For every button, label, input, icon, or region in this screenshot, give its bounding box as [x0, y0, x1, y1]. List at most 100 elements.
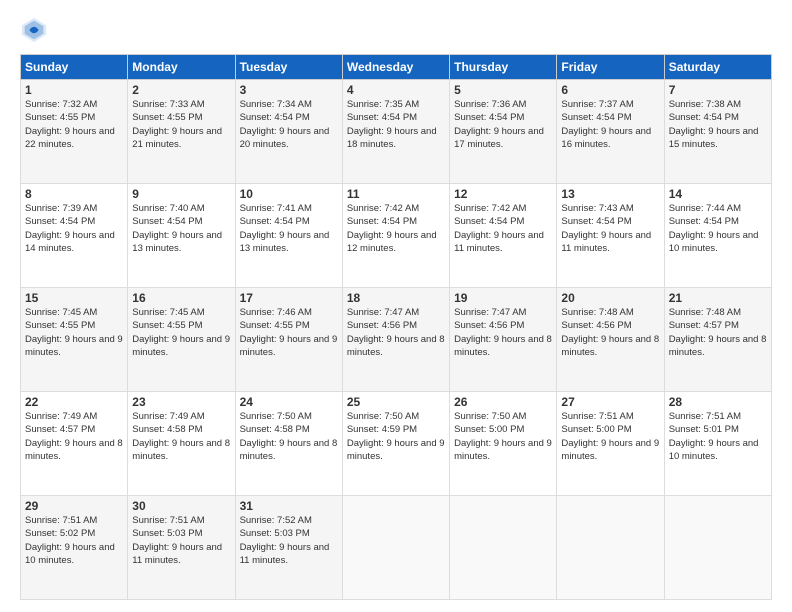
day-cell: 24Sunrise: 7:50 AMSunset: 4:58 PMDayligh…: [235, 392, 342, 496]
day-info: Sunrise: 7:46 AMSunset: 4:55 PMDaylight:…: [240, 306, 338, 359]
day-cell: 21Sunrise: 7:48 AMSunset: 4:57 PMDayligh…: [664, 288, 771, 392]
day-info: Sunrise: 7:40 AMSunset: 4:54 PMDaylight:…: [132, 202, 230, 255]
day-cell: 13Sunrise: 7:43 AMSunset: 4:54 PMDayligh…: [557, 184, 664, 288]
day-info: Sunrise: 7:50 AMSunset: 5:00 PMDaylight:…: [454, 410, 552, 463]
day-info: Sunrise: 7:41 AMSunset: 4:54 PMDaylight:…: [240, 202, 338, 255]
day-cell: 8Sunrise: 7:39 AMSunset: 4:54 PMDaylight…: [21, 184, 128, 288]
weekday-wednesday: Wednesday: [342, 55, 449, 80]
day-cell: [557, 496, 664, 600]
day-cell: 20Sunrise: 7:48 AMSunset: 4:56 PMDayligh…: [557, 288, 664, 392]
day-info: Sunrise: 7:38 AMSunset: 4:54 PMDaylight:…: [669, 98, 767, 151]
week-row-1: 1Sunrise: 7:32 AMSunset: 4:55 PMDaylight…: [21, 80, 772, 184]
day-number: 23: [132, 395, 230, 409]
day-number: 2: [132, 83, 230, 97]
day-cell: 26Sunrise: 7:50 AMSunset: 5:00 PMDayligh…: [450, 392, 557, 496]
day-info: Sunrise: 7:47 AMSunset: 4:56 PMDaylight:…: [347, 306, 445, 359]
day-info: Sunrise: 7:49 AMSunset: 4:57 PMDaylight:…: [25, 410, 123, 463]
weekday-saturday: Saturday: [664, 55, 771, 80]
day-info: Sunrise: 7:36 AMSunset: 4:54 PMDaylight:…: [454, 98, 552, 151]
day-cell: 14Sunrise: 7:44 AMSunset: 4:54 PMDayligh…: [664, 184, 771, 288]
day-info: Sunrise: 7:51 AMSunset: 5:03 PMDaylight:…: [132, 514, 230, 567]
day-number: 18: [347, 291, 445, 305]
day-info: Sunrise: 7:48 AMSunset: 4:56 PMDaylight:…: [561, 306, 659, 359]
day-cell: 6Sunrise: 7:37 AMSunset: 4:54 PMDaylight…: [557, 80, 664, 184]
day-cell: 7Sunrise: 7:38 AMSunset: 4:54 PMDaylight…: [664, 80, 771, 184]
day-info: Sunrise: 7:37 AMSunset: 4:54 PMDaylight:…: [561, 98, 659, 151]
day-number: 9: [132, 187, 230, 201]
day-info: Sunrise: 7:49 AMSunset: 4:58 PMDaylight:…: [132, 410, 230, 463]
day-cell: 30Sunrise: 7:51 AMSunset: 5:03 PMDayligh…: [128, 496, 235, 600]
day-number: 21: [669, 291, 767, 305]
weekday-sunday: Sunday: [21, 55, 128, 80]
weekday-header-row: SundayMondayTuesdayWednesdayThursdayFrid…: [21, 55, 772, 80]
week-row-2: 8Sunrise: 7:39 AMSunset: 4:54 PMDaylight…: [21, 184, 772, 288]
day-info: Sunrise: 7:33 AMSunset: 4:55 PMDaylight:…: [132, 98, 230, 151]
day-info: Sunrise: 7:32 AMSunset: 4:55 PMDaylight:…: [25, 98, 123, 151]
day-number: 12: [454, 187, 552, 201]
day-cell: 19Sunrise: 7:47 AMSunset: 4:56 PMDayligh…: [450, 288, 557, 392]
day-number: 19: [454, 291, 552, 305]
day-number: 24: [240, 395, 338, 409]
day-info: Sunrise: 7:52 AMSunset: 5:03 PMDaylight:…: [240, 514, 338, 567]
page: SundayMondayTuesdayWednesdayThursdayFrid…: [0, 0, 792, 612]
calendar-table: SundayMondayTuesdayWednesdayThursdayFrid…: [20, 54, 772, 600]
day-cell: 25Sunrise: 7:50 AMSunset: 4:59 PMDayligh…: [342, 392, 449, 496]
day-cell: 18Sunrise: 7:47 AMSunset: 4:56 PMDayligh…: [342, 288, 449, 392]
day-cell: 2Sunrise: 7:33 AMSunset: 4:55 PMDaylight…: [128, 80, 235, 184]
day-cell: 12Sunrise: 7:42 AMSunset: 4:54 PMDayligh…: [450, 184, 557, 288]
day-cell: 28Sunrise: 7:51 AMSunset: 5:01 PMDayligh…: [664, 392, 771, 496]
day-number: 7: [669, 83, 767, 97]
day-cell: 16Sunrise: 7:45 AMSunset: 4:55 PMDayligh…: [128, 288, 235, 392]
week-row-5: 29Sunrise: 7:51 AMSunset: 5:02 PMDayligh…: [21, 496, 772, 600]
day-info: Sunrise: 7:47 AMSunset: 4:56 PMDaylight:…: [454, 306, 552, 359]
day-info: Sunrise: 7:42 AMSunset: 4:54 PMDaylight:…: [454, 202, 552, 255]
logo: [20, 16, 52, 44]
day-info: Sunrise: 7:45 AMSunset: 4:55 PMDaylight:…: [132, 306, 230, 359]
day-cell: 15Sunrise: 7:45 AMSunset: 4:55 PMDayligh…: [21, 288, 128, 392]
week-row-3: 15Sunrise: 7:45 AMSunset: 4:55 PMDayligh…: [21, 288, 772, 392]
weekday-friday: Friday: [557, 55, 664, 80]
header: [20, 16, 772, 44]
day-number: 5: [454, 83, 552, 97]
day-number: 4: [347, 83, 445, 97]
day-cell: 11Sunrise: 7:42 AMSunset: 4:54 PMDayligh…: [342, 184, 449, 288]
day-number: 28: [669, 395, 767, 409]
day-number: 16: [132, 291, 230, 305]
day-cell: [342, 496, 449, 600]
weekday-monday: Monday: [128, 55, 235, 80]
day-cell: 17Sunrise: 7:46 AMSunset: 4:55 PMDayligh…: [235, 288, 342, 392]
day-number: 3: [240, 83, 338, 97]
day-cell: 29Sunrise: 7:51 AMSunset: 5:02 PMDayligh…: [21, 496, 128, 600]
day-number: 10: [240, 187, 338, 201]
day-number: 25: [347, 395, 445, 409]
day-cell: 23Sunrise: 7:49 AMSunset: 4:58 PMDayligh…: [128, 392, 235, 496]
day-cell: 4Sunrise: 7:35 AMSunset: 4:54 PMDaylight…: [342, 80, 449, 184]
day-info: Sunrise: 7:39 AMSunset: 4:54 PMDaylight:…: [25, 202, 123, 255]
day-number: 26: [454, 395, 552, 409]
weekday-tuesday: Tuesday: [235, 55, 342, 80]
day-cell: 31Sunrise: 7:52 AMSunset: 5:03 PMDayligh…: [235, 496, 342, 600]
day-info: Sunrise: 7:45 AMSunset: 4:55 PMDaylight:…: [25, 306, 123, 359]
week-row-4: 22Sunrise: 7:49 AMSunset: 4:57 PMDayligh…: [21, 392, 772, 496]
day-number: 20: [561, 291, 659, 305]
day-cell: 1Sunrise: 7:32 AMSunset: 4:55 PMDaylight…: [21, 80, 128, 184]
day-info: Sunrise: 7:35 AMSunset: 4:54 PMDaylight:…: [347, 98, 445, 151]
day-cell: 9Sunrise: 7:40 AMSunset: 4:54 PMDaylight…: [128, 184, 235, 288]
day-number: 1: [25, 83, 123, 97]
day-cell: [664, 496, 771, 600]
day-number: 15: [25, 291, 123, 305]
weekday-thursday: Thursday: [450, 55, 557, 80]
day-number: 6: [561, 83, 659, 97]
day-info: Sunrise: 7:44 AMSunset: 4:54 PMDaylight:…: [669, 202, 767, 255]
logo-icon: [20, 16, 48, 44]
day-number: 13: [561, 187, 659, 201]
day-cell: 22Sunrise: 7:49 AMSunset: 4:57 PMDayligh…: [21, 392, 128, 496]
day-info: Sunrise: 7:43 AMSunset: 4:54 PMDaylight:…: [561, 202, 659, 255]
day-number: 27: [561, 395, 659, 409]
day-number: 30: [132, 499, 230, 513]
day-number: 22: [25, 395, 123, 409]
day-cell: 10Sunrise: 7:41 AMSunset: 4:54 PMDayligh…: [235, 184, 342, 288]
day-info: Sunrise: 7:42 AMSunset: 4:54 PMDaylight:…: [347, 202, 445, 255]
day-number: 17: [240, 291, 338, 305]
day-number: 29: [25, 499, 123, 513]
